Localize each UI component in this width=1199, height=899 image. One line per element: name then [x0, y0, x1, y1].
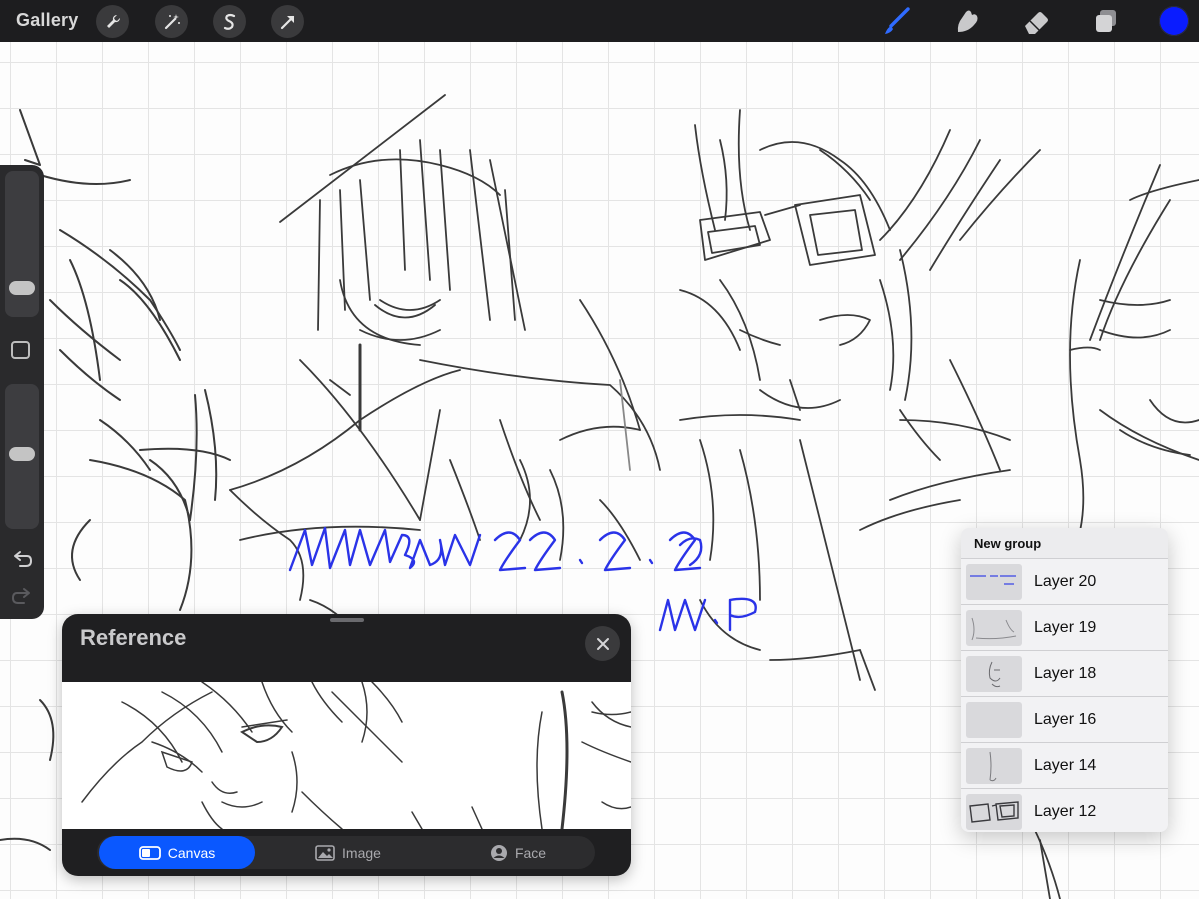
reference-title: Reference — [80, 625, 187, 650]
tab-canvas[interactable]: Canvas — [99, 836, 255, 869]
layer-thumbnail — [966, 701, 1022, 738]
brush-icon[interactable] — [880, 6, 912, 36]
reference-preview — [62, 682, 631, 829]
layer-row[interactable]: Layer 19 — [961, 605, 1168, 651]
layer-row[interactable]: Layer 12 — [961, 789, 1168, 832]
layer-thumbnail — [966, 793, 1022, 830]
wrench-icon[interactable] — [96, 5, 129, 38]
layer-thumbnail — [966, 563, 1022, 600]
face-icon — [490, 844, 507, 861]
layer-row[interactable]: Layer 18 — [961, 651, 1168, 697]
reference-window[interactable]: Reference Canvas Image Face — [62, 614, 631, 876]
layer-thumbnail — [966, 609, 1022, 646]
magic-wand-icon[interactable] — [155, 5, 188, 38]
selection-icon[interactable] — [213, 5, 246, 38]
brush-size-slider[interactable] — [5, 171, 39, 317]
layer-row[interactable]: Layer 16 — [961, 697, 1168, 743]
top-toolbar: Gallery — [0, 0, 1199, 42]
layer-name: Layer 18 — [1034, 664, 1097, 682]
undo-icon[interactable] — [11, 550, 33, 570]
tab-face-label: Face — [514, 844, 547, 861]
canvas-icon — [138, 845, 161, 860]
redo-icon[interactable] — [11, 587, 33, 607]
layer-name: Layer 16 — [1034, 710, 1097, 728]
opacity-slider[interactable] — [5, 384, 39, 529]
layers-panel: New group Layer 20 Layer 19 Layer 18 Lay… — [961, 528, 1168, 832]
tab-canvas-label: Canvas — [167, 844, 216, 861]
brush-size-thumb[interactable] — [9, 281, 35, 295]
layer-name: Layer 20 — [1034, 572, 1097, 590]
transform-arrow-icon[interactable] — [271, 5, 304, 38]
layer-row[interactable]: Layer 14 — [961, 743, 1168, 789]
reference-mode-tabs: Canvas Image Face — [97, 836, 595, 869]
smudge-icon[interactable] — [951, 6, 983, 36]
layer-name: Layer 12 — [1034, 802, 1097, 820]
modify-button-icon[interactable] — [11, 341, 30, 359]
color-picker-button[interactable] — [1159, 6, 1189, 36]
close-button[interactable] — [585, 626, 620, 661]
tab-image-label: Image — [342, 844, 381, 861]
tab-face[interactable]: Face — [443, 836, 593, 869]
left-sidebar — [0, 165, 44, 619]
layer-thumbnail — [966, 655, 1022, 692]
image-icon — [315, 844, 335, 861]
close-icon — [596, 637, 609, 650]
eraser-icon[interactable] — [1020, 6, 1052, 36]
opacity-thumb[interactable] — [9, 447, 35, 461]
drag-handle[interactable] — [330, 618, 364, 622]
layers-icon[interactable] — [1090, 6, 1122, 36]
gallery-button[interactable]: Gallery — [16, 10, 78, 31]
tab-image[interactable]: Image — [273, 836, 423, 869]
layer-name: Layer 14 — [1034, 756, 1097, 774]
layer-row[interactable]: Layer 20 — [961, 559, 1168, 605]
layer-thumbnail — [966, 747, 1022, 784]
layer-name: Layer 19 — [1034, 618, 1097, 636]
layer-group-header[interactable]: New group — [961, 528, 1168, 559]
